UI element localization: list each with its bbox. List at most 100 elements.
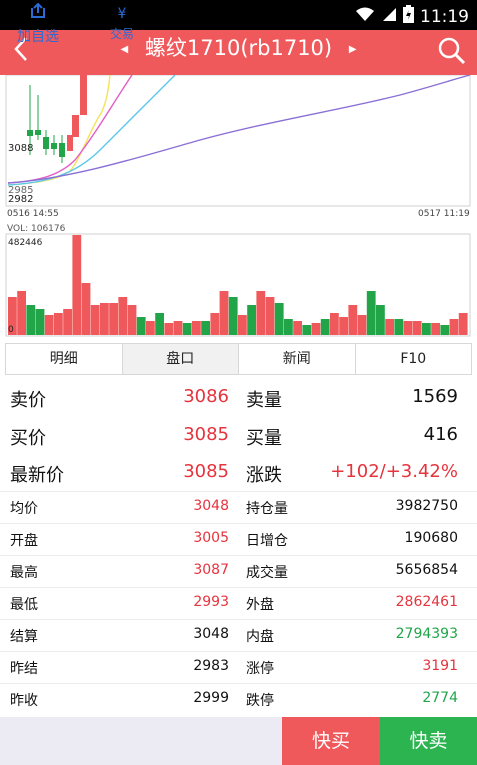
- row-value-left: 3048: [193, 626, 229, 642]
- volume-bar: [81, 283, 91, 335]
- volume-title: VOL: 106176: [7, 224, 66, 234]
- volume-bar: [293, 321, 302, 335]
- row-value-right: 5656854: [395, 562, 458, 578]
- change-value: +102/+3.42%: [330, 461, 458, 482]
- volume-bar: [238, 315, 247, 335]
- volume-bar: [109, 303, 118, 335]
- volume-bar: [274, 303, 284, 335]
- kline-svg: 3088 2985 2982 0516 14:55 0517 11:19 VOL…: [5, 74, 471, 337]
- row-value-right: 3982750: [395, 498, 458, 514]
- page-title: 螺纹1710(rb1710): [144, 36, 333, 60]
- trade-button[interactable]: ¥ 交易: [98, 0, 146, 48]
- table-row: 开盘 3005 日增仓 190680: [0, 523, 477, 555]
- volume-bar: [440, 325, 450, 335]
- table-row: 最高 3087 成交量 5656854: [0, 555, 477, 587]
- volume-bar: [219, 291, 229, 335]
- volume-bar: [366, 291, 376, 335]
- search-button[interactable]: [437, 36, 467, 66]
- table-row: 均价 3048 持仓量 3982750: [0, 491, 477, 523]
- detail-tabs: 明细 盘口 新闻 F10: [5, 343, 472, 375]
- yen-icon: ¥: [117, 6, 127, 22]
- table-row: 结算 3048 内盘 2794393: [0, 619, 477, 651]
- quick-sell-button[interactable]: 快卖: [380, 717, 477, 765]
- buy-volume-label: 买量: [246, 428, 282, 449]
- row-value-right: 3191: [422, 658, 458, 674]
- page-title-group: ◀ 螺纹1710(rb1710) ▶: [0, 32, 477, 62]
- volume-bar: [192, 321, 201, 335]
- last-price-label: 最新价: [10, 465, 64, 486]
- quick-buy-button[interactable]: 快买: [282, 717, 380, 765]
- volume-bar: [449, 319, 459, 335]
- table-row: 昨收 2999 跌停 2774: [0, 683, 477, 715]
- signal-icon: [381, 6, 397, 27]
- volume-bar: [431, 323, 440, 335]
- tab-news[interactable]: 新闻: [239, 344, 356, 374]
- volume-bar: [182, 323, 192, 335]
- volume-bar: [376, 305, 385, 335]
- row-label-right: 涨停: [246, 661, 274, 677]
- volume-bar: [357, 315, 367, 335]
- status-icons: 11:19: [355, 5, 469, 28]
- volume-bar: [63, 309, 72, 335]
- add-watchlist-label: 加自选: [17, 29, 59, 45]
- sell-row: 卖价 3086 卖量 1569: [0, 380, 477, 418]
- buy-price-value: 3085: [183, 424, 229, 445]
- tab-f10[interactable]: F10: [356, 344, 472, 374]
- row-value-right: 2862461: [395, 594, 458, 610]
- volume-bar: [339, 317, 348, 335]
- buy-volume-value: 416: [423, 424, 458, 445]
- row-label-left: 昨结: [10, 661, 38, 677]
- row-label-left: 结算: [10, 629, 38, 645]
- sell-volume-value: 1569: [412, 386, 458, 407]
- volume-bar: [155, 313, 164, 335]
- candles: [27, 75, 87, 163]
- volume-bar: [330, 313, 339, 335]
- tab-quote[interactable]: 盘口: [122, 344, 239, 374]
- row-value-right: 190680: [404, 530, 458, 546]
- row-label-left: 均价: [10, 501, 38, 517]
- change-label: 涨跌: [246, 465, 282, 486]
- volume-bar: [422, 323, 431, 335]
- row-label-left: 昨收: [10, 693, 38, 709]
- volume-bar: [26, 305, 36, 335]
- row-label-left: 最高: [10, 565, 38, 581]
- row-label-left: 最低: [10, 597, 38, 613]
- row-value-right: 2774: [422, 690, 458, 706]
- volume-bar: [385, 319, 394, 335]
- volume-bar: [17, 291, 26, 335]
- kline-chart[interactable]: 3088 2985 2982 0516 14:55 0517 11:19 VOL…: [0, 74, 477, 340]
- volume-bar: [210, 313, 220, 335]
- row-label-right: 日增仓: [246, 533, 288, 549]
- tab-detail[interactable]: 明细: [6, 344, 123, 374]
- add-watchlist-button[interactable]: 加自选: [8, 0, 68, 48]
- row-value-left: 3005: [193, 530, 229, 546]
- next-contract-icon[interactable]: ▶: [349, 44, 357, 55]
- time-start-label: 0516 14:55: [7, 209, 59, 219]
- row-value-left: 2999: [193, 690, 229, 706]
- volume-bar: [201, 321, 210, 335]
- volume-bar: [35, 309, 45, 335]
- volume-bar: [348, 305, 358, 335]
- wifi-icon: [355, 6, 375, 27]
- volume-bar: [403, 321, 413, 335]
- volume-bars: [8, 235, 468, 335]
- row-label-right: 内盘: [246, 629, 274, 645]
- ma10-line: [7, 74, 133, 184]
- table-row: 最低 2993 外盘 2862461: [0, 587, 477, 619]
- trade-label: 交易: [109, 27, 134, 41]
- row-value-right: 2794393: [395, 626, 458, 642]
- volume-zero-label: 0: [8, 325, 14, 335]
- add-watchlist-icon: [8, 2, 68, 26]
- sell-price-label: 卖价: [10, 390, 46, 411]
- volume-bar: [265, 297, 275, 335]
- price-label-high: 3088: [8, 143, 33, 154]
- volume-bar: [302, 325, 312, 335]
- volume-bar: [72, 235, 82, 335]
- volume-bar: [173, 321, 183, 335]
- volume-bar: [256, 291, 266, 335]
- volume-max-label: 482446: [8, 238, 43, 248]
- row-value-left: 3048: [193, 498, 229, 514]
- row-value-left: 3087: [193, 562, 229, 578]
- row-label-right: 成交量: [246, 565, 288, 581]
- volume-bar: [458, 313, 468, 335]
